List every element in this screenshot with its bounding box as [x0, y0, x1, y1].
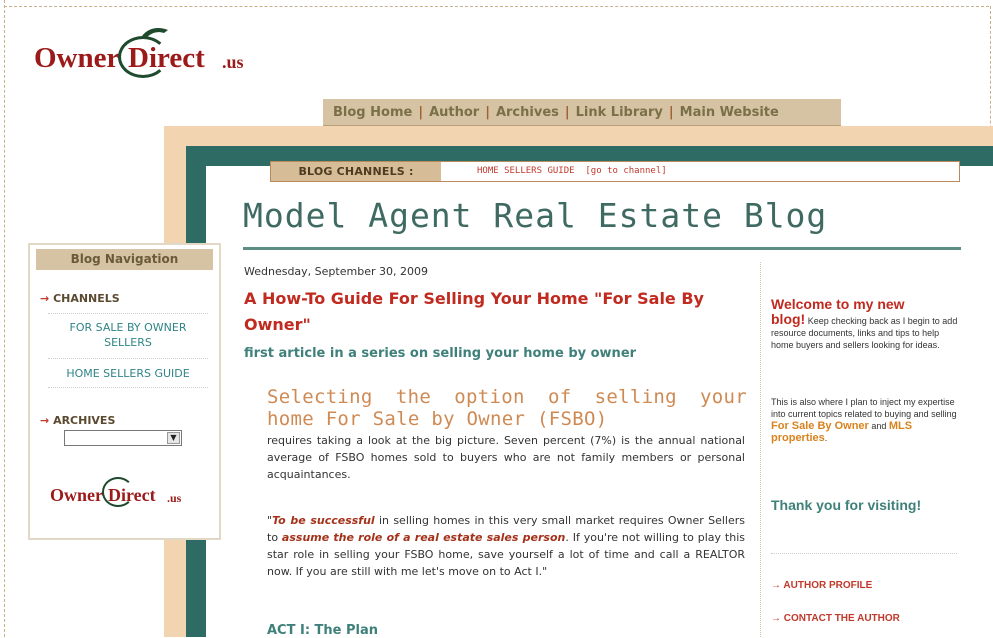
- period-text: .: [824, 433, 828, 443]
- logo-word-owner: Owner: [50, 485, 103, 505]
- blog-title: Model Agent Real Estate Blog: [243, 196, 828, 235]
- logo-word-owner: Owner: [34, 42, 120, 74]
- current-channel[interactable]: HOME SELLERS GUIDE [go to channel]: [477, 162, 667, 181]
- nav-link-library[interactable]: Link Library: [576, 105, 663, 120]
- post-lead: Selecting the option of selling your hom…: [267, 386, 747, 430]
- archives-select[interactable]: ▼: [64, 430, 182, 446]
- logo-word-direct: Direct: [108, 485, 156, 505]
- author-profile-link[interactable]: → AUTHOR PROFILE: [771, 580, 872, 591]
- contact-author-link[interactable]: → CONTACT THE AUTHOR: [771, 613, 900, 624]
- blog-channels-bar: BLOG CHANNELS : HOME SELLERS GUIDE [go t…: [270, 161, 960, 182]
- emphasis-text: To be successful: [272, 514, 375, 527]
- post-date: Wednesday, September 30, 2009: [244, 265, 428, 278]
- nav-archives[interactable]: Archives: [496, 105, 559, 120]
- sidebar-logo[interactable]: Owner Direct .us: [50, 471, 210, 511]
- blog-channels-label: BLOG CHANNELS :: [271, 162, 441, 181]
- arrow-right-icon: →: [40, 292, 50, 305]
- nav-blog-home[interactable]: Blog Home: [333, 105, 412, 120]
- nav-separator: |: [564, 104, 570, 120]
- archives-section-label: → ARCHIVES: [40, 414, 115, 427]
- nav-separator: |: [485, 104, 490, 120]
- thank-you-text: Thank you for visiting!: [771, 497, 922, 513]
- archives-label: ARCHIVES: [53, 414, 116, 427]
- inject-text: This is also where I plan to inject my e…: [771, 397, 957, 419]
- nav-main-website[interactable]: Main Website: [680, 105, 779, 120]
- blog-navigation-header: Blog Navigation: [36, 249, 213, 270]
- divider: [48, 358, 208, 359]
- contact-author-label: CONTACT THE AUTHOR: [783, 613, 900, 624]
- emphasis-text: assume the role of a real estate sales p…: [281, 531, 566, 544]
- title-divider: [243, 247, 961, 250]
- logo-word-us: .us: [167, 491, 182, 505]
- arrow-right-icon: →: [771, 580, 781, 591]
- welcome-blog-word: blog!: [771, 311, 806, 327]
- divider: [771, 553, 957, 554]
- welcome-block: Welcome to my new blog! Keep checking ba…: [771, 295, 961, 351]
- act-heading: ACT I: The Plan: [267, 623, 379, 638]
- nav-author[interactable]: Author: [429, 105, 479, 120]
- page-border-top: [4, 6, 989, 7]
- nav-separator: |: [418, 104, 424, 120]
- divider: [48, 313, 208, 314]
- channels-label: CHANNELS: [53, 292, 120, 305]
- gecko-icon: [142, 28, 168, 38]
- welcome-heading: Welcome to my new: [771, 296, 905, 312]
- post-paragraph-1: requires taking a look at the big pictur…: [267, 434, 745, 481]
- page-border-left: [4, 0, 5, 637]
- inject-block: This is also where I plan to inject my e…: [771, 396, 961, 444]
- sidebar-channel-fsbo-sellers[interactable]: FOR SALE BY OWNER SELLERS: [48, 320, 208, 350]
- logo-word-us: .us: [222, 52, 244, 72]
- post-title[interactable]: A How-To Guide For Selling Your Home "Fo…: [244, 286, 749, 338]
- top-navigation: Blog Home | Author | Archives | Link Lib…: [323, 99, 841, 127]
- arrow-right-icon: →: [40, 414, 50, 427]
- channels-section-label: → CHANNELS: [40, 292, 120, 305]
- logo-word-direct: Direct: [128, 42, 205, 74]
- divider: [48, 387, 208, 388]
- post-paragraph-2: "To be successful in selling homes in th…: [267, 512, 745, 580]
- dropdown-arrow-icon[interactable]: ▼: [167, 432, 180, 444]
- post-subtitle: first article in a series on selling you…: [244, 346, 637, 361]
- author-profile-label: AUTHOR PROFILE: [783, 580, 873, 591]
- sidebar-channel-home-sellers-guide[interactable]: HOME SELLERS GUIDE: [48, 366, 208, 381]
- fsbo-link[interactable]: For Sale By Owner: [771, 420, 869, 432]
- nav-separator: |: [668, 104, 674, 120]
- current-channel-name: HOME SELLERS GUIDE: [477, 166, 575, 176]
- arrow-right-icon: →: [771, 613, 781, 624]
- blog-navigation-box: Blog Navigation → CHANNELS FOR SALE BY O…: [28, 243, 221, 540]
- go-to-channel-link[interactable]: [go to channel]: [585, 166, 666, 176]
- column-divider: [760, 262, 761, 637]
- and-text: and: [868, 421, 889, 431]
